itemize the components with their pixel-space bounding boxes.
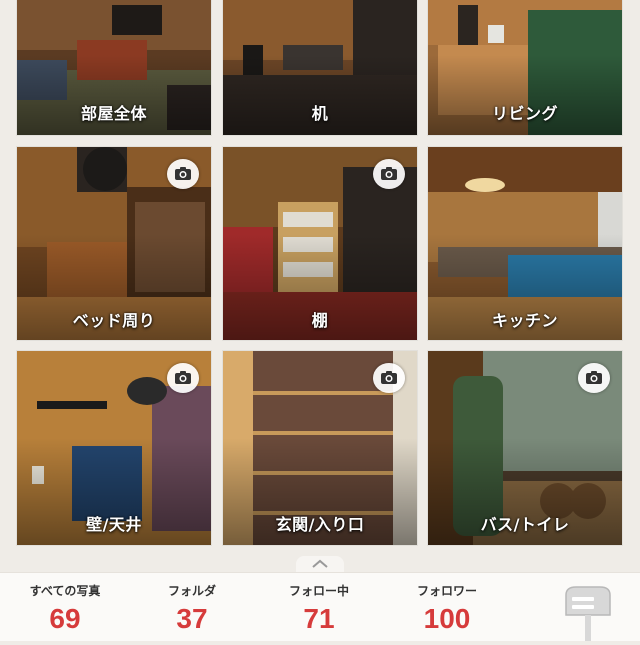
- camera-icon: [381, 371, 397, 384]
- pull-up-tab[interactable]: [296, 556, 344, 572]
- camera-icon: [175, 167, 191, 180]
- folder-tile-desk[interactable]: 机: [223, 0, 417, 135]
- stat-label: すべての写真: [29, 584, 101, 598]
- folder-tile-kitchen[interactable]: キッチン: [428, 147, 622, 340]
- camera-button[interactable]: [167, 159, 199, 189]
- folder-tile-entrance[interactable]: 玄関/入り口: [223, 351, 417, 545]
- folder-tile-room[interactable]: 部屋全体: [17, 0, 211, 135]
- chevron-up-icon: [312, 559, 328, 568]
- camera-icon: [381, 167, 397, 180]
- stat-all-photos[interactable]: すべての写真 69: [10, 573, 120, 641]
- stat-followers[interactable]: フォロワー 100: [392, 573, 502, 641]
- folder-label: ベッド周り: [72, 311, 156, 330]
- folder-label: 壁/天井: [86, 515, 142, 534]
- folder-tile-bath[interactable]: バス/トイレ: [428, 351, 622, 545]
- camera-button[interactable]: [167, 363, 199, 393]
- folder-label: 机: [311, 104, 329, 123]
- camera-button[interactable]: [373, 159, 405, 189]
- folder-tile-living[interactable]: リビング: [428, 0, 622, 135]
- folder-label: 部屋全体: [80, 104, 147, 123]
- camera-button[interactable]: [578, 363, 610, 393]
- camera-button[interactable]: [373, 363, 405, 393]
- stat-label: フォロー中: [288, 584, 349, 598]
- folder-label: 棚: [311, 311, 329, 330]
- stat-label: フォルダ: [167, 584, 216, 598]
- folder-tile-wall[interactable]: 壁/天井: [17, 351, 211, 545]
- stat-value: 37: [176, 603, 208, 634]
- folder-label: バス/トイレ: [480, 515, 570, 534]
- mailbox-icon: [565, 586, 611, 641]
- stat-value: 69: [49, 603, 81, 634]
- stat-following[interactable]: フォロー中 71: [264, 573, 374, 641]
- folder-label: 玄関/入り口: [275, 515, 365, 534]
- stat-folders[interactable]: フォルダ 37: [137, 573, 247, 641]
- camera-icon: [175, 371, 191, 384]
- stat-value: 100: [423, 603, 471, 634]
- folder-tile-shelf[interactable]: 棚: [223, 147, 417, 340]
- profile-stats-bar: すべての写真 69 フォルダ 37 フォロー中 71 フォロワー 100: [0, 572, 640, 641]
- folder-label: キッチン: [491, 311, 558, 330]
- folder-tile-bedside[interactable]: ベッド周り: [17, 147, 211, 340]
- stat-value: 71: [303, 603, 335, 634]
- mailbox-button[interactable]: [560, 583, 616, 641]
- stat-label: フォロワー: [416, 584, 477, 598]
- folder-label: リビング: [491, 104, 558, 123]
- camera-icon: [586, 371, 602, 384]
- folder-grid: 部屋全体 机 リビング ベッド周り 棚 キッチン 壁/天井 玄関/入り口 バス/…: [0, 0, 640, 552]
